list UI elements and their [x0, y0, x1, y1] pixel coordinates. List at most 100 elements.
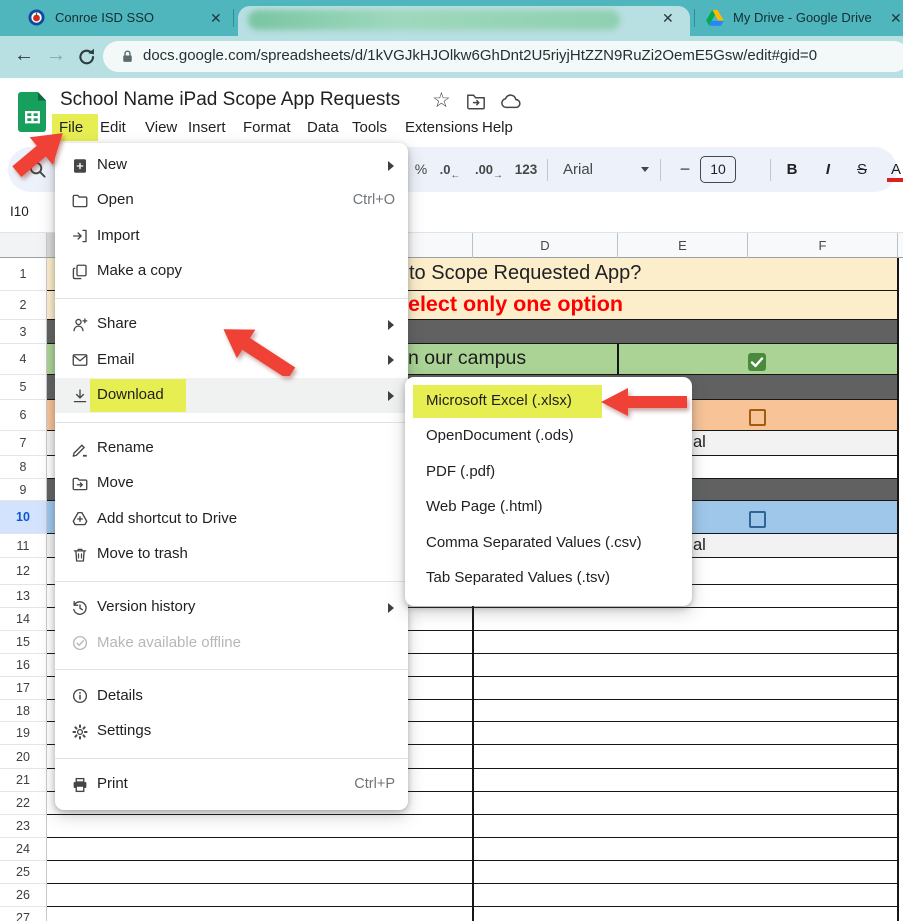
tab-close-icon[interactable]: ✕: [662, 10, 674, 27]
increase-decimal-button[interactable]: .00→: [471, 147, 507, 192]
row-header-4[interactable]: 4: [0, 344, 47, 375]
italic-button[interactable]: I: [814, 147, 842, 192]
row-header-20[interactable]: 20: [0, 745, 47, 769]
cloud-status-icon[interactable]: [500, 93, 522, 110]
menu-item-download[interactable]: Download: [55, 378, 408, 413]
submenu-item-opendocument-ods-[interactable]: OpenDocument (.ods): [405, 419, 692, 455]
submenu-item-pdf-pdf-[interactable]: PDF (.pdf): [405, 455, 692, 491]
row-header-24[interactable]: 24: [0, 838, 47, 861]
menu-item-shortcut: Ctrl+O: [353, 192, 395, 208]
checkbox-unchecked[interactable]: [749, 511, 766, 528]
menu-item-details[interactable]: Details: [55, 679, 408, 714]
menu-item-move-to-trash[interactable]: Move to trash: [55, 537, 408, 572]
row-header-27[interactable]: 27: [0, 907, 47, 921]
menu-item-open[interactable]: Open Ctrl+O: [55, 183, 408, 218]
menubar-item-edit[interactable]: Edit: [100, 115, 126, 141]
tab-close-icon[interactable]: ✕: [890, 10, 902, 27]
submenu-item-comma-separated-values-csv-[interactable]: Comma Separated Values (.csv): [405, 526, 692, 562]
row-header-8[interactable]: 8: [0, 456, 47, 479]
tab-active[interactable]: ✕: [238, 6, 690, 36]
row-header-17[interactable]: 17: [0, 677, 47, 700]
menubar-item-extensions[interactable]: Extensions: [405, 115, 478, 141]
menu-divider: [55, 298, 408, 299]
decrease-font-size-button[interactable]: −: [671, 147, 699, 192]
column-header-D[interactable]: D: [472, 233, 617, 258]
font-family-select[interactable]: Arial: [558, 147, 618, 192]
checkbox-unchecked[interactable]: [749, 409, 766, 426]
column-header-F[interactable]: F: [747, 233, 897, 258]
row-header-2[interactable]: 2: [0, 291, 47, 320]
menu-item-settings[interactable]: Settings: [55, 714, 408, 749]
row-header-22[interactable]: 22: [0, 792, 47, 815]
back-icon[interactable]: ←: [14, 44, 34, 67]
move-to-folder-icon[interactable]: [466, 92, 486, 110]
forward-icon[interactable]: →: [46, 44, 66, 67]
menu-item-new[interactable]: New: [55, 148, 408, 183]
google-drive-logo: [706, 10, 724, 26]
checkbox-checked[interactable]: [748, 353, 766, 371]
address-bar[interactable]: docs.google.com/spreadsheets/d/1kVGJkHJO…: [103, 41, 903, 72]
menu-item-add-shortcut-to-drive[interactable]: Add shortcut to Drive: [55, 502, 408, 537]
submenu-item-tab-separated-values-tsv-[interactable]: Tab Separated Values (.tsv): [405, 561, 692, 597]
tab-title[interactable]: Conroe ISD SSO: [55, 10, 154, 25]
tab-close-icon[interactable]: ✕: [210, 10, 222, 27]
row-header-26[interactable]: 26: [0, 884, 47, 907]
menu-item-make-a-copy[interactable]: Make a copy: [55, 254, 408, 289]
row-header-6[interactable]: 6: [0, 400, 47, 431]
strikethrough-button[interactable]: S: [848, 147, 876, 192]
format-percent-button[interactable]: %: [406, 147, 436, 192]
submenu-item-web-page-html-[interactable]: Web Page (.html): [405, 490, 692, 526]
reload-icon[interactable]: [76, 46, 98, 68]
menubar-item-insert[interactable]: Insert: [188, 115, 226, 141]
menu-item-move[interactable]: Move: [55, 466, 408, 501]
star-icon[interactable]: ☆: [432, 88, 451, 113]
increase-font-size-button[interactable]: [740, 147, 768, 192]
menu-item-label: Email: [97, 351, 135, 368]
row-header-12[interactable]: 12: [0, 558, 47, 585]
column-header-E[interactable]: E: [617, 233, 747, 258]
bold-button[interactable]: B: [778, 147, 806, 192]
menu-item-label: Import: [97, 227, 140, 244]
sheets-header: School Name iPad Scope App Requests ☆ Fi…: [0, 78, 903, 143]
row-header-10[interactable]: 10: [0, 501, 47, 534]
row-header-15[interactable]: 15: [0, 631, 47, 654]
menu-item-version-history[interactable]: Version history: [55, 590, 408, 625]
cell-text-row-1: to Scope Requested App?: [409, 262, 641, 285]
select-all-corner[interactable]: [0, 233, 47, 258]
menubar-item-help[interactable]: Help: [482, 115, 513, 141]
row-header-7[interactable]: 7: [0, 431, 47, 456]
row-header-3[interactable]: 3: [0, 320, 47, 344]
row-header-9[interactable]: 9: [0, 479, 47, 501]
menu-item-print[interactable]: Print Ctrl+P: [55, 767, 408, 802]
row-header-25[interactable]: 25: [0, 861, 47, 884]
row-header-18[interactable]: 18: [0, 700, 47, 722]
row-header-14[interactable]: 14: [0, 608, 47, 631]
row-header-13[interactable]: 13: [0, 585, 47, 608]
submenu-arrow-icon: [388, 603, 394, 613]
decrease-decimal-button[interactable]: .0←: [435, 147, 465, 192]
row-header-19[interactable]: 19: [0, 722, 47, 745]
row-header-16[interactable]: 16: [0, 654, 47, 677]
menubar-item-view[interactable]: View: [145, 115, 177, 141]
menu-item-label: Add shortcut to Drive: [97, 510, 237, 527]
row-header-1[interactable]: 1: [0, 258, 47, 291]
row-header-11[interactable]: 11: [0, 534, 47, 558]
row-header-23[interactable]: 23: [0, 815, 47, 838]
font-dropdown-arrow-icon[interactable]: [641, 167, 649, 172]
text-color-button[interactable]: A: [882, 147, 903, 192]
menu-item-rename[interactable]: Rename: [55, 431, 408, 466]
menubar-item-format[interactable]: Format: [243, 115, 291, 141]
name-box[interactable]: I10: [10, 204, 29, 219]
font-size-input[interactable]: 10: [700, 156, 736, 183]
row-header-5[interactable]: 5: [0, 375, 47, 400]
tab-title[interactable]: My Drive - Google Drive: [733, 10, 872, 25]
more-formats-button[interactable]: 123: [508, 147, 544, 192]
menubar-item-data[interactable]: Data: [307, 115, 339, 141]
menubar-item-tools[interactable]: Tools: [352, 115, 387, 141]
menu-item-label: Download: [97, 386, 164, 403]
menu-item-import[interactable]: Import: [55, 219, 408, 254]
submenu-item-label: Comma Separated Values (.csv): [426, 534, 642, 551]
document-title[interactable]: School Name iPad Scope App Requests: [60, 89, 400, 111]
menu-item-make-available-offline[interactable]: Make available offline: [55, 626, 408, 661]
row-header-21[interactable]: 21: [0, 769, 47, 792]
